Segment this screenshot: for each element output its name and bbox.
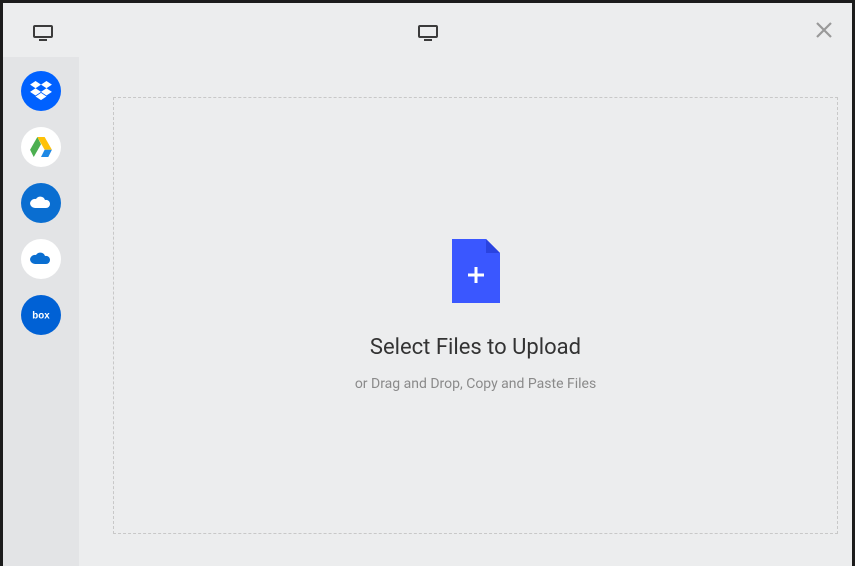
main-panel: Select Files to Upload or Drag and Drop,… bbox=[79, 57, 852, 566]
source-sidebar: box bbox=[3, 57, 79, 566]
box-icon: box bbox=[27, 308, 55, 322]
upload-dropzone[interactable]: Select Files to Upload or Drag and Drop,… bbox=[113, 97, 838, 534]
source-box[interactable]: box bbox=[21, 295, 61, 335]
onedrive-business-icon bbox=[29, 251, 53, 267]
source-onedrive-business[interactable] bbox=[21, 239, 61, 279]
source-dropbox[interactable] bbox=[21, 71, 61, 111]
onedrive-icon bbox=[29, 195, 53, 211]
upload-headline: Select Files to Upload bbox=[370, 335, 581, 360]
close-icon[interactable] bbox=[814, 19, 834, 45]
source-onedrive[interactable] bbox=[21, 183, 61, 223]
source-googledrive[interactable] bbox=[21, 127, 61, 167]
dropbox-icon bbox=[30, 81, 52, 101]
file-picker-dialog: box Select Files to Upload or Drag and D… bbox=[3, 3, 852, 566]
dialog-body: box Select Files to Upload or Drag and D… bbox=[3, 57, 852, 566]
device-icon[interactable] bbox=[33, 25, 53, 45]
upload-file-icon bbox=[452, 239, 500, 307]
device-icon-center bbox=[418, 25, 438, 45]
googledrive-icon bbox=[30, 137, 52, 157]
svg-text:box: box bbox=[32, 311, 50, 322]
upload-subline: or Drag and Drop, Copy and Paste Files bbox=[355, 376, 596, 392]
dialog-header bbox=[3, 3, 852, 57]
